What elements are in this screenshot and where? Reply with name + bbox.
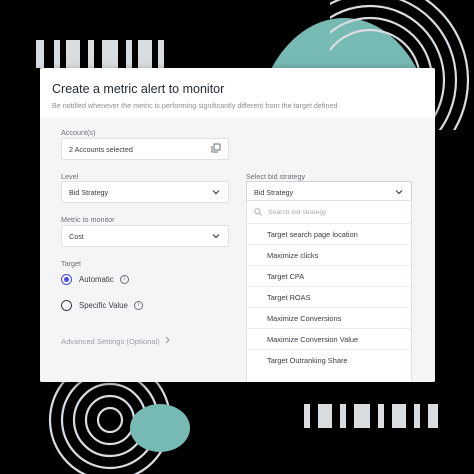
- info-icon[interactable]: i: [119, 275, 129, 284]
- bid-strategy-label: Select bid strategy: [246, 172, 306, 181]
- bid-strategy-search[interactable]: Search bid strategy: [247, 201, 411, 223]
- metric-alert-dialog: Create a metric alert to monitor Be noti…: [40, 68, 435, 382]
- dialog-subtitle: Be notified whenever the metric is perfo…: [52, 101, 338, 110]
- chevron-right-icon: [165, 336, 170, 346]
- dropdown-option[interactable]: Target CPA: [247, 265, 411, 286]
- dropdown-option[interactable]: Target search page location: [247, 223, 411, 244]
- chevron-down-icon: [394, 187, 404, 197]
- search-placeholder: Search bid strategy: [268, 208, 327, 216]
- radio-unselected-icon[interactable]: [61, 300, 72, 311]
- search-icon: [254, 208, 262, 216]
- metric-select[interactable]: Cost: [61, 225, 229, 247]
- bid-strategy-value: Bid Strategy: [254, 187, 294, 197]
- dropdown-option[interactable]: Maximize Conversions: [247, 307, 411, 328]
- advanced-settings-link[interactable]: Advanced Settings (Optional): [61, 336, 170, 346]
- metric-value: Cost: [69, 231, 84, 241]
- target-specific-label: Specific Value: [79, 301, 128, 310]
- dropdown-option[interactable]: Maximize Conversion Value: [247, 328, 411, 349]
- level-select[interactable]: Bid Strategy: [61, 181, 229, 203]
- dropdown-option[interactable]: Maximize clicks: [247, 244, 411, 265]
- target-specific-option[interactable]: Specific Value i: [61, 300, 143, 311]
- level-label: Level: [61, 172, 79, 181]
- decorative-bars-icon: [36, 40, 164, 68]
- accounts-label: Account(s): [61, 128, 96, 137]
- dialog-header: Create a metric alert to monitor Be noti…: [40, 68, 435, 120]
- chevron-down-icon: [211, 231, 221, 241]
- chevron-down-icon: [211, 187, 221, 197]
- decorative-teal-dot: [130, 404, 190, 452]
- target-label: Target: [61, 259, 81, 268]
- accounts-field[interactable]: 2 Accounts selected: [61, 138, 229, 160]
- dialog-title: Create a metric alert to monitor: [52, 82, 225, 96]
- accounts-value: 2 Accounts selected: [69, 144, 133, 154]
- decorative-bars-bottom-icon: [304, 404, 438, 428]
- dropdown-option[interactable]: Target Outranking Share: [247, 349, 411, 370]
- bid-strategy-dropdown: Search bid strategy Target search page l…: [246, 200, 412, 382]
- target-automatic-label: Automatic: [79, 275, 114, 284]
- advanced-settings-label: Advanced Settings (Optional): [61, 336, 160, 346]
- level-value: Bid Strategy: [69, 187, 109, 197]
- copy-icon[interactable]: [211, 143, 221, 155]
- target-automatic-option[interactable]: Automatic i: [61, 274, 129, 285]
- radio-selected-icon[interactable]: [61, 274, 72, 285]
- metric-label: Metric to monitor: [61, 215, 115, 224]
- info-icon[interactable]: i: [133, 301, 143, 310]
- dropdown-option[interactable]: Target ROAS: [247, 286, 411, 307]
